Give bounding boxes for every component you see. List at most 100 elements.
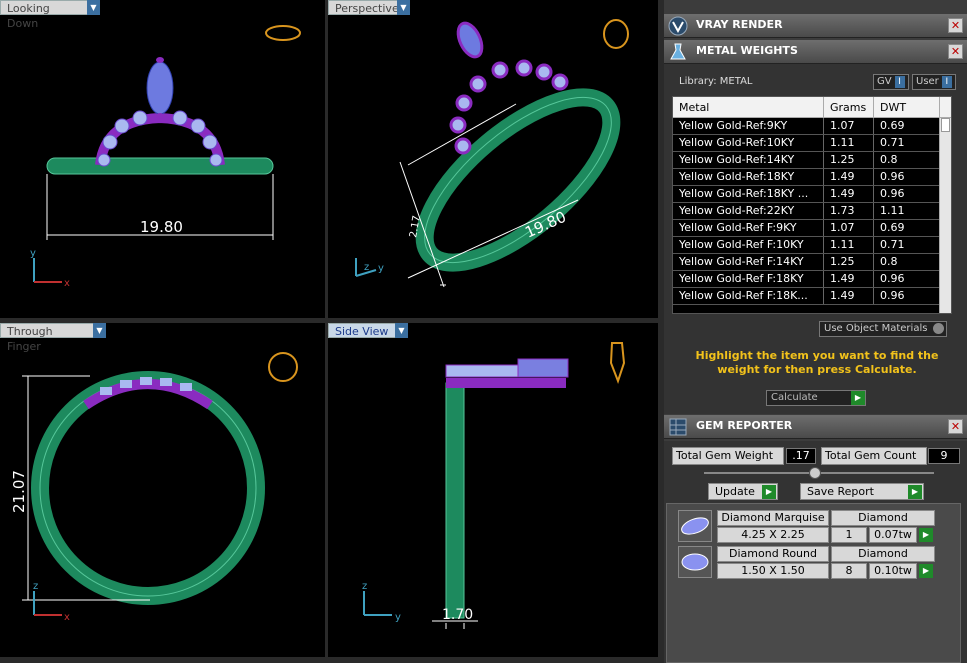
viewport-looking-down[interactable]: 19.80 y x Looking Down ▼ [0,0,325,318]
slider-knob[interactable] [809,467,821,479]
viewport-menu-arrow-icon[interactable]: ▼ [395,323,408,338]
column-header[interactable]: DWT [874,97,940,117]
viewport-perspective[interactable]: 19.80 2.17 z y Perspective ▼ [328,0,658,318]
table-cell: Yellow Gold-Ref:22KY [673,203,824,219]
play-icon[interactable]: ▶ [919,564,933,578]
table-row[interactable]: Yellow Gold-Ref F:9KY 1.07 0.69 [673,220,951,237]
ring-orientation-icon [268,352,298,382]
save-report-label: Save Report [807,485,874,498]
total-gem-count-label: Total Gem Count [821,447,927,465]
viewport-menu-arrow-icon[interactable]: ▼ [397,0,410,15]
calculate-button[interactable]: Calculate ▶ [766,390,866,406]
table-cell: Yellow Gold-Ref F:18K... [673,288,824,304]
gem-name: Diamond Marquise [717,510,829,526]
viewport-menu-arrow-icon[interactable]: ▼ [87,0,100,15]
table-cell: 1.49 [824,288,874,304]
table-cell: 1.11 [824,237,874,253]
gem-name: Diamond Round [717,546,829,562]
table-header: Metal Grams DWT [673,97,951,118]
table-row[interactable]: Yellow Gold-Ref:10KY 1.11 0.71 [673,135,951,152]
dimension-text: 1.70 [442,607,473,623]
gem-slider[interactable] [704,467,934,479]
library-label: Library: METAL [679,76,753,87]
table-cell: Yellow Gold-Ref F:9KY [673,220,824,236]
table-cell: 0.96 [874,186,940,202]
table-cell: 1.49 [824,186,874,202]
viewport-label[interactable]: Perspective [328,0,399,15]
viewport-label[interactable]: Looking Down [0,0,88,30]
flask-icon [670,43,686,60]
gem-list: Diamond Marquise Diamond 4.25 X 2.25 1 0… [666,503,961,663]
table-row[interactable]: Yellow Gold-Ref:9KY 1.07 0.69 [673,118,951,135]
use-object-materials-toggle[interactable]: Use Object Materials [819,321,947,337]
axis-x-label: x [64,278,70,289]
table-row[interactable]: Yellow Gold-Ref:22KY 1.73 1.11 [673,203,951,220]
table-row[interactable]: Yellow Gold-Ref:18KY 1.49 0.96 [673,169,951,186]
table-cell: Yellow Gold-Ref:10KY [673,135,824,151]
viewport-label[interactable]: Side View [328,323,396,338]
table-scrollbar[interactable] [939,118,951,313]
play-icon: ▶ [908,485,922,499]
table-cell: Yellow Gold-Ref:18KY ... [673,186,824,202]
close-icon[interactable]: ✕ [948,44,963,59]
viewport-through-finger[interactable]: 21.07 z x Through Finger ▼ [0,323,325,657]
dimension-text: 21.07 [10,470,28,513]
close-icon[interactable]: ✕ [948,419,963,434]
table-cell: 0.96 [874,288,940,304]
table-row[interactable]: Yellow Gold-Ref:18KY ... 1.49 0.96 [673,186,951,203]
table-cell: 1.11 [824,135,874,151]
table-row[interactable]: Yellow Gold-Ref F:10KY 1.11 0.71 [673,237,951,254]
update-button[interactable]: Update ▶ [708,483,778,500]
table-cell: 0.69 [874,220,940,236]
table-row[interactable]: Yellow Gold-Ref:14KY 1.25 0.8 [673,152,951,169]
column-header[interactable]: Grams [824,97,874,117]
axis-z-label: z [362,581,367,592]
plugin-panel: VRAY RENDER ✕ METAL WEIGHTS ✕ Library: M… [664,0,967,663]
table-cell: Yellow Gold-Ref F:10KY [673,237,824,253]
table-cell: Yellow Gold-Ref:18KY [673,169,824,185]
ring-orientation-icon [265,25,301,41]
gem-row-marquise[interactable]: Diamond Marquise Diamond 4.25 X 2.25 1 0… [675,508,957,544]
axis-z-label: z [33,581,38,592]
save-report-button[interactable]: Save Report ▶ [800,483,924,500]
axis-y-label: y [378,263,384,274]
user-label: User [916,76,939,87]
gv-toggle[interactable]: GV I [873,74,909,90]
table-cell: 1.73 [824,203,874,219]
vray-render-header[interactable]: VRAY RENDER ✕ [664,14,967,38]
play-icon: ▶ [762,485,776,499]
user-toggle[interactable]: User I [912,74,956,90]
table-row[interactable]: Yellow Gold-Ref F:14KY 1.25 0.8 [673,254,951,271]
table-cell: Yellow Gold-Ref:9KY [673,118,824,134]
table-cell: Yellow Gold-Ref F:18KY [673,271,824,287]
play-icon[interactable]: ▶ [919,528,933,542]
metal-weights-header[interactable]: METAL WEIGHTS ✕ [664,40,967,64]
viewport-menu-arrow-icon[interactable]: ▼ [93,323,106,338]
use-object-materials-label: Use Object Materials [824,323,928,334]
table-cell: 1.07 [824,220,874,236]
viewport-side-view[interactable]: 1.70 z y Side View ▼ [328,323,658,657]
vray-render-title: VRAY RENDER [696,18,783,31]
table-cell: 1.11 [874,203,940,219]
marquise-gem-icon [678,510,712,542]
column-header[interactable]: Metal [673,97,824,117]
gv-label: GV [877,76,892,87]
gem-row-round[interactable]: Diamond Round Diamond 1.50 X 1.50 8 0.10… [675,544,957,580]
gem-weight: 0.07tw [869,527,917,543]
vray-logo-icon [668,16,688,36]
looking-down-drawing: 19.80 y x [30,25,301,289]
table-cell: 0.71 [874,135,940,151]
table-row[interactable]: Yellow Gold-Ref F:18K... 1.49 0.96 [673,288,951,305]
gem-size: 1.50 X 1.50 [717,563,829,579]
metal-weights-table[interactable]: Metal Grams DWT Yellow Gold-Ref:9KY 1.07 0… [672,96,952,314]
gem-reporter-header[interactable]: GEM REPORTER ✕ [664,415,967,439]
gem-type: Diamond [831,510,935,526]
viewport-label[interactable]: Through Finger [0,323,94,353]
close-icon[interactable]: ✕ [948,18,963,33]
table-row[interactable]: Yellow Gold-Ref F:18KY 1.49 0.96 [673,271,951,288]
report-grid-icon [669,418,687,436]
gem-type: Diamond [831,546,935,562]
scroll-thumb[interactable] [941,118,950,132]
table-cell: 0.96 [874,169,940,185]
table-cell: 1.25 [824,152,874,168]
